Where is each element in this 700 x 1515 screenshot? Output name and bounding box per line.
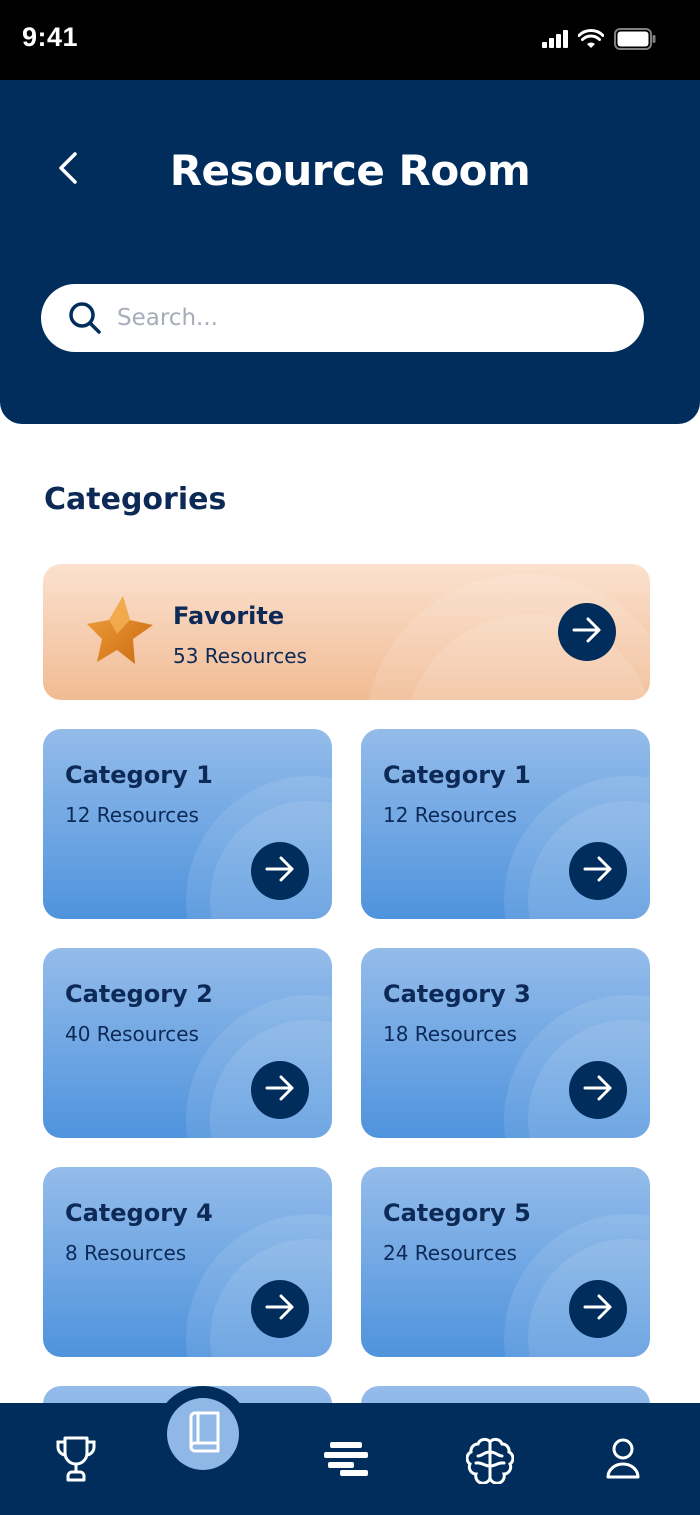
category-card[interactable]: Category 4 8 Resources: [43, 1167, 332, 1357]
arrow-right-icon: [583, 856, 613, 886]
brain-icon: [465, 1436, 515, 1488]
page-title: Resource Room: [169, 146, 531, 195]
category-count: 40 Resources: [65, 1022, 199, 1046]
signal-icon: [542, 30, 568, 52]
category-count: 18 Resources: [383, 1022, 517, 1046]
category-open-button[interactable]: [569, 842, 627, 900]
status-icons: [542, 28, 656, 54]
search-input[interactable]: [117, 305, 597, 331]
nav-achievements[interactable]: [52, 1436, 100, 1486]
category-card[interactable]: Category 2 40 Resources: [43, 948, 332, 1138]
category-card[interactable]: Category 5 24 Resources: [361, 1167, 650, 1357]
arrow-right-icon: [265, 1075, 295, 1105]
header: Resource Room: [0, 80, 700, 424]
favorite-open-button[interactable]: [558, 603, 616, 661]
category-card[interactable]: Category 1 12 Resources: [43, 729, 332, 919]
category-name: Category 3: [383, 980, 531, 1008]
category-open-button[interactable]: [251, 1061, 309, 1119]
category-card[interactable]: Category 3 18 Resources: [361, 948, 650, 1138]
arrow-right-icon: [265, 1294, 295, 1324]
wifi-icon: [577, 29, 605, 53]
nav-resources[interactable]: [167, 1398, 239, 1470]
search-bar[interactable]: [41, 284, 644, 352]
status-bar: 9:41: [0, 0, 700, 80]
category-name: Category 1: [65, 761, 213, 789]
category-count: 12 Resources: [65, 803, 199, 827]
category-open-button[interactable]: [251, 1280, 309, 1338]
nav-profile[interactable]: [600, 1436, 646, 1486]
category-name: Category 2: [65, 980, 213, 1008]
trophy-icon: [54, 1435, 98, 1487]
category-count: 12 Resources: [383, 803, 517, 827]
favorite-card[interactable]: Favorite 53 Resources: [43, 564, 650, 700]
status-time: 9:41: [22, 22, 79, 52]
category-name: Category 5: [383, 1199, 531, 1227]
category-card[interactable]: Category 1 12 Resources: [361, 729, 650, 919]
category-open-button[interactable]: [569, 1061, 627, 1119]
category-open-button[interactable]: [569, 1280, 627, 1338]
favorite-count: 53 Resources: [173, 644, 307, 668]
category-count: 8 Resources: [65, 1241, 187, 1265]
profile-icon: [606, 1438, 640, 1484]
nav-list[interactable]: [322, 1440, 370, 1482]
nav-mind[interactable]: [464, 1436, 516, 1488]
category-open-button[interactable]: [251, 842, 309, 900]
category-name: Category 1: [383, 761, 531, 789]
battery-icon: [614, 28, 656, 54]
book-icon: [185, 1411, 221, 1457]
favorite-name: Favorite: [173, 602, 285, 630]
arrow-right-icon: [583, 1294, 613, 1324]
arrow-right-icon: [572, 617, 602, 647]
category-count: 24 Resources: [383, 1241, 517, 1265]
star-icon: [87, 594, 153, 668]
arrow-right-icon: [583, 1075, 613, 1105]
categories-heading: Categories: [44, 482, 227, 517]
search-icon: [67, 300, 103, 336]
category-name: Category 4: [65, 1199, 213, 1227]
list-icon: [324, 1442, 368, 1480]
arrow-right-icon: [265, 856, 295, 886]
